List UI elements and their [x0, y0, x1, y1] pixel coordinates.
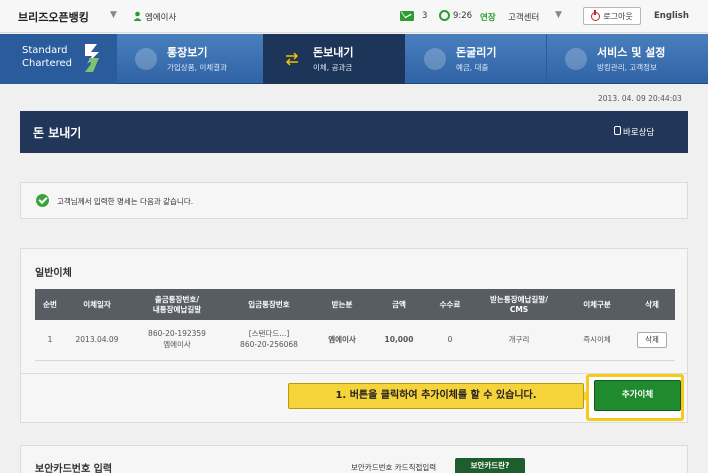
- logo-line2: Chartered: [22, 58, 73, 69]
- support-menu[interactable]: 고객센터: [508, 11, 539, 23]
- confirm-notice: 고객님께서 입력한 명세는 다음과 같습니다.: [20, 182, 688, 219]
- cell-type: 즉시이체: [565, 320, 629, 361]
- nav-item-services[interactable]: 서비스 및 설정 방킹관리, 고객정보: [547, 34, 708, 84]
- to-account: 860-20-256068: [240, 339, 298, 349]
- transfer-arrows-icon: [281, 48, 303, 70]
- nav-item-transfer[interactable]: 돈보내기 이체, 공과금: [263, 34, 405, 84]
- col-header-payee: 받는분: [313, 289, 371, 320]
- nav-item-account[interactable]: 통장보기 가입상품, 이체결과: [117, 34, 262, 84]
- logout-label: 로그아웃: [603, 11, 633, 21]
- eye-icon: [135, 48, 157, 70]
- nav-title: 돈굴리기: [456, 46, 497, 59]
- nav-item-invest[interactable]: 돈굴리기 예금, 대출: [406, 34, 546, 84]
- nav-subtitle: 예금, 대출: [456, 63, 489, 72]
- clock-icon: [439, 10, 450, 21]
- current-datetime: 2013. 04. 09 20:44:03: [598, 94, 682, 103]
- col-header-to: 입금통장번호: [225, 289, 313, 320]
- table-header-row: 순번 이체일자 출금통장번호/ 내통장예납길말 입금통장번호 받는분 금액 수수…: [35, 289, 675, 320]
- cell-date: 2013.04.09: [65, 320, 129, 361]
- coin-icon: [424, 48, 446, 70]
- logo-line1: Standard: [22, 45, 68, 56]
- main-nav: Standard Chartered 통장보기 가입상품, 이체결과 돈보내기 …: [0, 34, 708, 84]
- notice-text: 고객님께서 입력한 명세는 다음과 같습니다.: [57, 197, 194, 206]
- from-account: 860-20-192359: [148, 329, 206, 339]
- phone-icon[interactable]: [614, 126, 621, 135]
- gear-icon: [565, 48, 587, 70]
- col-header-fee: 수수료: [427, 289, 473, 320]
- from-memo: 엠에이사: [163, 339, 191, 349]
- security-card-section: 보안카드번호 입력 보안카드번호 카드직접입력 보안카드란?: [20, 445, 688, 473]
- top-bar: 브리즈오픈뱅킹 ▼ 엠에이사 3 9:26 연장 고객센터 ▼ 로그아웃 Eng…: [0, 0, 708, 33]
- session-time: 9:26: [453, 11, 473, 21]
- user-name: 엠에이사: [145, 13, 177, 23]
- nav-subtitle: 이체, 공과금: [313, 63, 353, 72]
- mail-icon[interactable]: [400, 11, 414, 21]
- table-row: 1 2013.04.09 860-20-192359 엠에이사 [스탠다드...…: [35, 320, 675, 361]
- logo[interactable]: Standard Chartered: [0, 34, 116, 84]
- logo-mark-icon: [85, 44, 99, 72]
- cell-fee: 0: [427, 320, 473, 361]
- nav-subtitle: 가입상품, 이체결과: [167, 63, 227, 72]
- security-card-info-button[interactable]: 보안카드란?: [455, 458, 525, 473]
- language-link[interactable]: English: [654, 11, 689, 21]
- col-header-type: 이체구분: [565, 289, 629, 320]
- col-header-date: 이체일자: [65, 289, 129, 320]
- cell-memo: 개구리: [473, 320, 565, 361]
- help-tooltip: 1. 버튼을 클릭하여 추가이체를 할 수 있습니다.: [288, 383, 590, 409]
- to-bank: [스탠다드...]: [248, 329, 290, 339]
- nav-title: 통장보기: [167, 46, 208, 59]
- cell-amount: 10,000: [371, 320, 427, 361]
- cell-payee: 엠에이사: [313, 320, 371, 361]
- section-title: 일반이체: [35, 268, 72, 279]
- power-icon: [591, 9, 601, 21]
- col-header-delete: 삭제: [629, 289, 675, 320]
- cell-from: 860-20-192359 엠에이사: [129, 320, 225, 361]
- delete-button[interactable]: 삭제: [637, 331, 667, 348]
- cell-no: 1: [35, 320, 65, 361]
- cell-delete: 삭제: [629, 320, 675, 361]
- section-title: 보안카드번호 입력: [35, 464, 113, 473]
- page-title: 돈 보내기: [33, 126, 82, 140]
- nav-title: 돈보내기: [313, 46, 354, 59]
- card-input-note: 보안카드번호 카드직접입력: [351, 463, 437, 472]
- brand-title[interactable]: 브리즈오픈뱅킹: [18, 9, 89, 25]
- logout-button[interactable]: 로그아웃: [583, 7, 641, 25]
- add-transfer-button[interactable]: 추가이체: [594, 380, 681, 411]
- user-icon: [133, 11, 142, 21]
- chevron-down-icon[interactable]: ▼: [110, 10, 117, 20]
- col-header-from: 출금통장번호/ 내통장예납길말: [129, 289, 225, 320]
- page-header: 돈 보내기 바로상담: [20, 111, 688, 153]
- mail-count: 3: [422, 11, 428, 21]
- nav-title: 서비스 및 설정: [597, 46, 666, 59]
- cell-to: [스탠다드...] 860-20-256068: [225, 320, 313, 361]
- extend-session-link[interactable]: 연장: [480, 11, 496, 23]
- col-header-no: 순번: [35, 289, 65, 320]
- consult-link[interactable]: 바로상담: [623, 126, 654, 138]
- chevron-down-icon[interactable]: ▼: [555, 10, 562, 20]
- col-header-amount: 금액: [371, 289, 427, 320]
- nav-subtitle: 방킹관리, 고객정보: [597, 63, 657, 72]
- transfer-table: 순번 이체일자 출금통장번호/ 내통장예납길말 입금통장번호 받는분 금액 수수…: [35, 289, 675, 361]
- check-circle-icon: [36, 194, 49, 207]
- col-header-memo: 받는통장예납길말/ CMS: [473, 289, 565, 320]
